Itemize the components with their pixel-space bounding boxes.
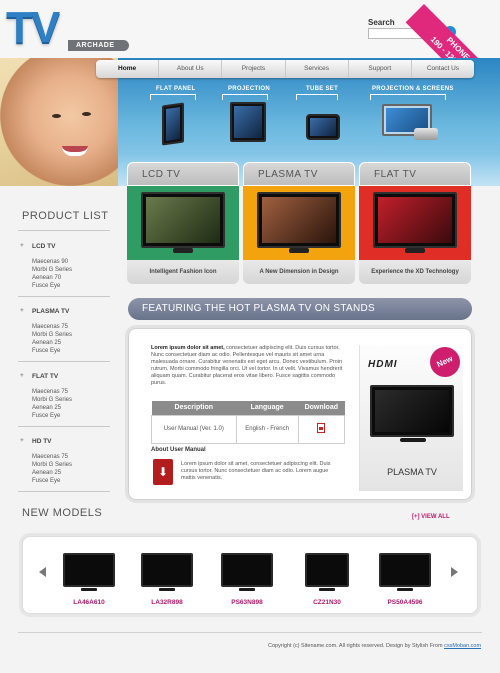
product-link[interactable]: Fusce Eye (18, 347, 110, 355)
product-link[interactable]: Aenean 25 (18, 339, 110, 347)
product-link[interactable]: Aenean 70 (18, 274, 110, 282)
carousel-prev-icon[interactable] (39, 567, 46, 577)
hdmi-tv-image (370, 385, 454, 437)
table-cell-description: User Manual (Ver. 1.0) (151, 414, 237, 444)
model-label: LA32R898 (151, 599, 183, 606)
download-table: Description Language Download User Manua… (151, 401, 346, 444)
projection-tv-image (230, 102, 266, 142)
product-link[interactable]: Morbi G Series (18, 396, 110, 404)
featuring-intro-bold: Lorem ipsum dolor sit amet, (151, 345, 225, 351)
product-link[interactable]: Morbi G Series (18, 331, 110, 339)
logo-sub: ARCHADE (68, 40, 129, 51)
product-group-head[interactable]: LCD TV (18, 242, 110, 250)
lcd-tv-image (127, 186, 239, 260)
view-all-link[interactable]: [+] VIEW ALL (412, 514, 450, 520)
featuring-title: FEATURING THE HOT PLASMA TV ON STANDS (128, 298, 472, 320)
download-cell (297, 414, 346, 444)
product-link[interactable]: Morbi G Series (18, 266, 110, 274)
tab-flat-tv-caption: Experience the XD Technology (359, 260, 471, 284)
featuring-panel: Lorem ipsum dolor sit amet, consectetuer… (128, 328, 472, 500)
footer-link[interactable]: cssMoban.com (444, 643, 481, 649)
nav-services[interactable]: Services (286, 60, 349, 78)
copyright-text: Copyright (c) Sitename.com. All rights r… (268, 643, 443, 649)
product-link[interactable]: Aenean 25 (18, 404, 110, 412)
nav-support[interactable]: Support (349, 60, 412, 78)
projector-image (414, 128, 438, 140)
table-row: User Manual (Ver. 1.0) English - French (151, 414, 346, 444)
model-label: LA46A610 (73, 599, 105, 606)
nav-projects[interactable]: Projects (222, 60, 286, 78)
tab-flat-tv-title: FLAT TV (359, 162, 471, 186)
model-item[interactable]: LA46A610 (59, 551, 119, 611)
site-logo[interactable]: TV ARCHADE (6, 3, 129, 52)
product-link[interactable]: Maecenas 75 (18, 323, 110, 331)
model-label: PS50A4596 (387, 599, 423, 606)
pdf-download-icon[interactable] (317, 423, 326, 433)
product-group-head[interactable]: FLAT TV (18, 372, 110, 380)
product-group-hd-tv: HD TV Maecenas 75 Morbi G Series Aenean … (18, 437, 110, 485)
model-label: PS63N898 (231, 599, 263, 606)
plasma-tv-image (243, 186, 355, 260)
hdmi-logo: HDMI (368, 359, 398, 370)
nav-home[interactable]: Home (96, 60, 160, 78)
product-group-lcd-tv: LCD TV Maecenas 90 Morbi G Series Aenean… (18, 242, 110, 290)
hdmi-promo[interactable]: HDMI New PLASMA TV (359, 342, 465, 491)
model-label: CZ21N30 (313, 599, 341, 606)
product-link[interactable]: Maecenas 90 (18, 258, 110, 266)
table-cell-language: English - French (235, 414, 299, 444)
category-projection-screens[interactable]: PROJECTION & SCREENS (372, 86, 454, 92)
product-tabs: LCD TV Intelligent Fashion Icon PLASMA T… (127, 162, 471, 286)
tab-plasma-tv-title: PLASMA TV (243, 162, 355, 186)
category-flat-panel[interactable]: FLAT PANEL (156, 86, 195, 92)
tab-plasma-tv-caption: A New Dimension in Design (243, 260, 355, 284)
about-manual-text: Lorem ipsum dolor sit amet, consectetuer… (181, 461, 331, 481)
model-item[interactable]: PS50A4596 (375, 551, 435, 611)
product-group-flat-tv: FLAT TV Maecenas 75 Morbi G Series Aenea… (18, 372, 110, 420)
category-tube-set[interactable]: TUBE SET (306, 86, 338, 92)
product-link[interactable]: Fusce Eye (18, 477, 110, 485)
tab-lcd-tv-caption: Intelligent Fashion Icon (127, 260, 239, 284)
tab-lcd-tv-title: LCD TV (127, 162, 239, 186)
table-header: Description (151, 401, 237, 415)
nav-contact-us[interactable]: Contact Us (412, 60, 474, 78)
flat-tv-image (359, 186, 471, 260)
carousel-next-icon[interactable] (451, 567, 458, 577)
pdf-icon[interactable]: ⬇ (153, 459, 173, 485)
product-group-plasma-tv: PLASMA TV Maecenas 75 Morbi G Series Aen… (18, 307, 110, 355)
main-nav: Home About Us Projects Services Support … (96, 60, 474, 78)
product-link[interactable]: Morbi G Series (18, 461, 110, 469)
tab-flat-tv[interactable]: FLAT TV Experience the XD Technology (359, 162, 471, 286)
product-link[interactable]: Aenean 25 (18, 469, 110, 477)
product-link[interactable]: Fusce Eye (18, 282, 110, 290)
logo-main: TV (6, 3, 60, 52)
new-models-carousel: LA46A610 LA32R898 PS63N898 CZ21N30 PS50A… (22, 536, 478, 614)
search-label: Search (368, 18, 395, 27)
featuring-intro: Lorem ipsum dolor sit amet, consectetuer… (151, 345, 347, 387)
tab-plasma-tv[interactable]: PLASMA TV A New Dimension in Design (243, 162, 355, 286)
table-header: Language (236, 401, 299, 415)
category-projection[interactable]: PROJECTION (228, 86, 270, 92)
product-link[interactable]: Maecenas 75 (18, 388, 110, 396)
new-models-title: NEW MODELS (22, 507, 103, 519)
nav-about-us[interactable]: About Us (159, 60, 223, 78)
tab-lcd-tv[interactable]: LCD TV Intelligent Fashion Icon (127, 162, 239, 286)
hdmi-caption: PLASMA TV (387, 467, 437, 477)
model-item[interactable]: PS63N898 (217, 551, 277, 611)
product-link[interactable]: Fusce Eye (18, 412, 110, 420)
footer: Copyright (c) Sitename.com. All rights r… (268, 643, 481, 649)
flat-panel-image (162, 102, 184, 146)
product-group-head[interactable]: HD TV (18, 437, 110, 445)
model-item[interactable]: CZ21N30 (297, 551, 357, 611)
featuring-intro-text: consectetuer adipiscing elit. Duis cursu… (151, 345, 343, 386)
new-badge: New (425, 342, 465, 382)
product-group-head[interactable]: PLASMA TV (18, 307, 110, 315)
tube-tv-image (306, 114, 340, 140)
about-manual-title: About User Manual (151, 447, 206, 453)
table-header: Download (298, 401, 345, 415)
product-list-title: PRODUCT LIST (22, 210, 109, 222)
product-link[interactable]: Maecenas 75 (18, 453, 110, 461)
model-item[interactable]: LA32R898 (137, 551, 197, 611)
